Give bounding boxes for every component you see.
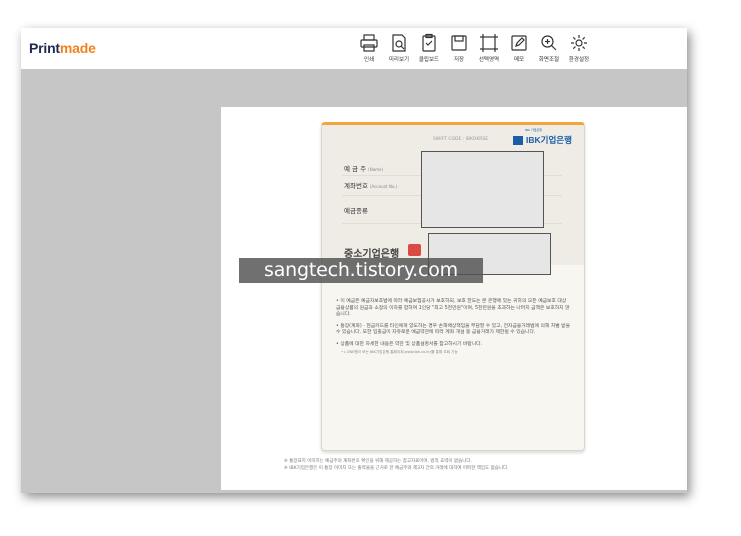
memo-icon (511, 35, 527, 51)
account-field-label: 계좌번호 (Account No.) (344, 180, 397, 190)
zoom-button[interactable]: 화면조절 (534, 33, 564, 63)
selection-label: 선택영역 (478, 57, 500, 63)
save-icon (451, 35, 467, 51)
account-label: 계좌번호 (344, 182, 368, 190)
zoom-label: 화면조절 (538, 57, 560, 63)
preview-button[interactable]: 미리보기 (384, 33, 414, 63)
disclaimer-line: ※ 통장표지 이미지는 예금주의 계좌번호 확인을 위해 제공하는 참고자료이며… (284, 459, 472, 464)
clipboard-icon (422, 33, 436, 52)
disclaimer: ※ 통장표지 이미지는 예금주의 계좌번호 확인을 위해 제공하는 참고자료이며… (284, 458, 624, 472)
toolbar: Printmade 인쇄 미리보기 클립보드 저장 선택영역 메모 화면조절 환… (21, 28, 687, 69)
redacted-account-info (421, 151, 544, 228)
memo-button[interactable]: 메모 (504, 33, 534, 63)
bank-seal-stamp (408, 244, 421, 256)
app-logo: Printmade (29, 40, 96, 56)
notice-list: • 이 예금은 예금자보호법에 따라 예금보험공사가 보호하되, 보호 한도는 … (336, 299, 570, 359)
bank-tagline: IBK 기업은행 (525, 128, 542, 132)
clipboard-button[interactable]: 클립보드 (414, 33, 444, 63)
selection-button[interactable]: 선택영역 (474, 33, 504, 63)
settings-label: 환경설정 (568, 57, 590, 63)
disclaimer-line: ※ IBK기업은행은 이 통장 이미지 또는 출력물을 근거로 한 예금주와 제… (284, 466, 509, 471)
holder-field-label: 예 금 주 (Name) (344, 163, 383, 173)
memo-label: 메모 (513, 57, 525, 63)
holder-label: 예 금 주 (344, 165, 367, 173)
notice-item: • 통장(계좌) · 현금카드를 타인에게 양도하는 경우 손해배상책임을 부담… (336, 323, 570, 336)
notice-subitem: • i-ONE뱅크 또는 IBK기업은행 홈페이지(www.ibk.co.kr)… (341, 349, 458, 354)
ibk-logo-icon (513, 135, 523, 145)
print-label: 인쇄 (363, 57, 375, 63)
bank-name: IBK기업은행 (526, 135, 572, 145)
document-page: SWIFT CODE : IBKOKRSE IBK 기업은행 IBK기업은행 예… (221, 107, 687, 490)
selection-icon (480, 34, 498, 52)
toolbar-buttons: 인쇄 미리보기 클립보드 저장 선택영역 메모 화면조절 환경설정 (354, 33, 594, 63)
notice-item: • 상품에 대한 자세한 내용은 약관 및 상품설명서를 참고하시기 바랍니다. (336, 341, 483, 347)
gear-icon (571, 35, 587, 51)
holder-sublabel: (Name) (368, 167, 384, 172)
clipboard-label: 클립보드 (418, 57, 440, 63)
bankbook-cover: SWIFT CODE : IBKOKRSE IBK 기업은행 IBK기업은행 예… (321, 122, 585, 451)
save-button[interactable]: 저장 (444, 33, 474, 63)
printer-icon (360, 34, 378, 52)
print-button[interactable]: 인쇄 (354, 33, 384, 63)
account-sublabel: (Account No.) (370, 184, 398, 189)
watermark-text: sangtech.tistory.com (239, 258, 483, 283)
swift-code: SWIFT CODE : IBKOKRSE (433, 137, 489, 142)
settings-button[interactable]: 환경설정 (564, 33, 594, 63)
zoom-icon (541, 35, 557, 51)
logo-text-made: made (59, 40, 96, 56)
bank-logo: IBK 기업은행 IBK기업은행 (513, 128, 572, 146)
preview-icon (392, 34, 406, 52)
logo-text-print: Print (29, 40, 60, 56)
preview-label: 미리보기 (388, 57, 410, 63)
type-label: 예금종류 (344, 207, 368, 215)
save-label: 저장 (453, 57, 465, 63)
notice-item: • 이 예금은 예금자보호법에 따라 예금보험공사가 보호하되, 보호 한도는 … (336, 299, 570, 318)
